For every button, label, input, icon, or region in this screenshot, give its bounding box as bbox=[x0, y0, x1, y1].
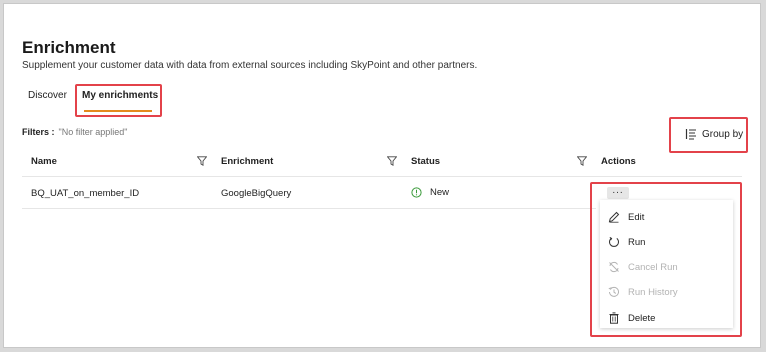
row-name-cell[interactable]: BQ_UAT_on_member_ID bbox=[31, 188, 139, 199]
status-new-icon bbox=[411, 187, 422, 198]
column-header-enrichment[interactable]: Enrichment bbox=[221, 156, 273, 167]
column-header-status[interactable]: Status bbox=[411, 156, 440, 167]
filters-value: "No filter applied" bbox=[58, 127, 128, 137]
tab-discover[interactable]: Discover bbox=[28, 90, 67, 101]
filter-enrichment-icon[interactable] bbox=[387, 156, 397, 166]
status-label: New bbox=[430, 187, 450, 198]
header-divider bbox=[22, 176, 742, 177]
app-window: Enrichment Supplement your customer data… bbox=[3, 3, 761, 348]
highlight-box-group-by bbox=[669, 117, 748, 153]
filters-label: Filters : bbox=[22, 127, 55, 137]
filter-status-icon[interactable] bbox=[577, 156, 587, 166]
row-status-cell: New bbox=[411, 187, 449, 198]
row-divider bbox=[22, 208, 596, 209]
column-header-name[interactable]: Name bbox=[31, 156, 57, 167]
row-enrichment-cell: GoogleBigQuery bbox=[221, 188, 292, 199]
column-header-actions: Actions bbox=[601, 156, 636, 167]
highlight-box-tab bbox=[75, 84, 162, 117]
filter-name-icon[interactable] bbox=[197, 156, 207, 166]
highlight-box-actions-menu bbox=[590, 182, 742, 337]
page-title: Enrichment bbox=[22, 38, 116, 57]
page-subtitle: Supplement your customer data with data … bbox=[22, 60, 478, 71]
filters-summary: Filters : "No filter applied" bbox=[22, 127, 127, 137]
